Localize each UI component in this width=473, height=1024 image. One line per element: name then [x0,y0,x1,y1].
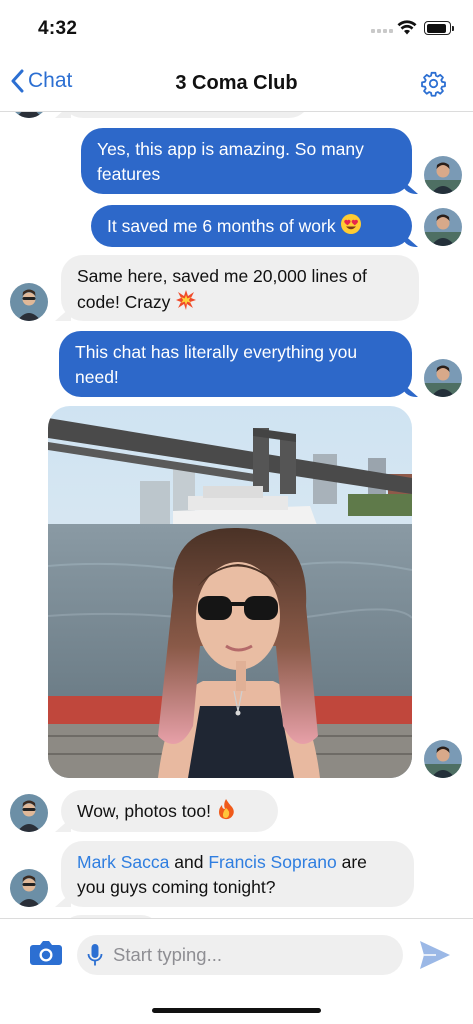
signal-icon [371,29,393,33]
message-list[interactable]: Yes, this app is amazing. So many featur… [0,112,473,918]
message-text: Same here, saved me 20,000 lines of code… [77,266,367,312]
message-bubble-incoming[interactable]: Same here, saved me 20,000 lines of code… [61,255,419,321]
message-bubble-outgoing[interactable]: This chat has literally everything you n… [59,331,412,397]
avatar[interactable] [10,794,48,832]
heart-eyes-emoji-icon [341,214,362,234]
wifi-icon [397,20,417,35]
status-time: 4:32 [38,18,78,39]
send-icon[interactable] [418,939,452,971]
avatar[interactable] [10,283,48,321]
microphone-icon[interactable] [87,943,103,967]
message-bubble-outgoing[interactable]: It saved me 6 months of work [91,205,412,247]
battery-icon [424,21,454,35]
message-bubble-incoming[interactable]: Wow, photos too! [61,790,278,832]
collision-emoji-icon [176,290,197,310]
avatar[interactable] [424,359,462,397]
message-bubble-partial[interactable] [61,112,311,118]
camera-icon[interactable] [29,939,63,967]
avatar[interactable] [10,869,48,907]
mention-link[interactable]: Francis Soprano [208,852,336,872]
message-text: It saved me 6 months of work [107,216,336,236]
message-text: Yes, this app is amazing. So many featur… [97,139,364,184]
message-text: This chat has literally everything you n… [75,342,358,387]
avatar[interactable] [424,208,462,246]
avatar[interactable] [424,740,462,778]
home-indicator[interactable] [152,1008,321,1013]
message-text: and [169,852,209,872]
avatar[interactable] [424,156,462,194]
message-input[interactable] [113,944,373,966]
photo-message[interactable] [48,406,412,778]
woman-on-boat-bridge-photo [48,406,412,778]
gear-icon[interactable] [420,70,447,97]
message-input-field[interactable] [77,935,403,975]
avatar [10,112,48,118]
nav-bar: Chat 3 Coma Club [0,56,473,112]
message-text: Wow, photos too! [77,801,211,821]
page-title: 3 Coma Club [175,72,298,94]
message-bubble-outgoing[interactable]: Yes, this app is amazing. So many featur… [81,128,412,194]
fire-emoji-icon [218,799,234,820]
composer-bar [0,918,473,990]
message-bubble-incoming[interactable]: Mark Sacca and Francis Soprano are you g… [61,841,414,907]
status-bar: 4:32 [0,0,473,56]
mention-link[interactable]: Mark Sacca [77,852,169,872]
